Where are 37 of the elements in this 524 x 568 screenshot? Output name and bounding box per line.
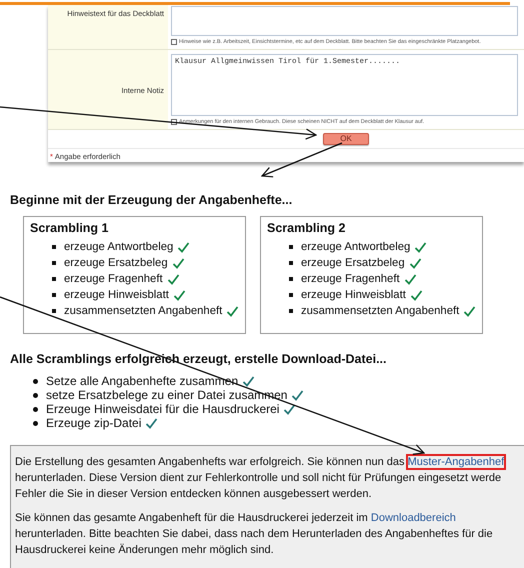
step-text: erzeuge Fragenheft — [301, 273, 400, 285]
bullet-icon — [289, 293, 293, 297]
bullet-icon — [33, 392, 38, 398]
step-text: zusammensetzten Angabenheft — [301, 305, 460, 317]
bullet-icon — [52, 245, 56, 249]
link[interactable]: Muster-Angabenhef — [408, 456, 504, 468]
section-heading: Beginne mit der Erzeugung der Angabenhefte... — [10, 193, 294, 207]
link[interactable]: Downloadbereich — [370, 512, 456, 524]
bullet-icon — [289, 245, 293, 249]
bullet-icon — [52, 293, 56, 297]
step-text: erzeuge Hinweisblatt — [301, 289, 406, 301]
step-text: erzeuge Antwortbeleg — [301, 241, 410, 253]
bullet-icon — [33, 406, 38, 412]
step-text: erzeuge Ersatzbeleg — [301, 257, 405, 269]
bullet-icon — [289, 277, 293, 281]
step-text: Erzeuge Hinweisdatei für die Hausdruckerei — [46, 402, 280, 416]
bullet-icon — [33, 378, 38, 384]
ok-button[interactable]: OK — [323, 133, 369, 145]
bullet-icon — [289, 309, 293, 313]
bullet-icon — [289, 261, 293, 265]
card-title: Scrambling 2 — [267, 221, 346, 235]
bullet-icon — [52, 309, 56, 313]
info-icon — [171, 39, 177, 45]
step-text: zusammensetzten Angabenheft — [64, 305, 222, 317]
bullet-icon — [33, 420, 38, 426]
step-text: erzeuge Hinweisblatt — [64, 289, 169, 301]
card-title: Scrambling 1 — [30, 221, 110, 235]
bullet-icon — [52, 277, 56, 281]
step-text: erzeuge Fragenheft — [64, 273, 163, 285]
step-text: erzeuge Ersatzbeleg — [64, 257, 168, 269]
bullet-icon — [52, 261, 56, 265]
text-area[interactable] — [171, 6, 518, 36]
info-icon — [171, 119, 177, 125]
step-text: erzeuge Antwortbeleg — [64, 241, 174, 253]
message-text: Sie können das gesamte Angabenheft für die Hausdruckerei jederzeit im Downloadbereich herunterladen. Bitte beachten Sie dabei, dass nach dem Herunterladen des Angabenheftes für die Hausdruckerei keine Änderungen mehr möglich sind. — [15, 511, 494, 558]
message-text: Die Erstellung des gesamten Angabenhefts war erfolgreich. Sie können nun das Muster-Angabenhef herunterladen. Diese Version dient zur Fehlerkontrolle und soll nicht für Prüfungen eingesetzt werde Fehler die Sie in dieser Version entdecken können ausgebessert werden. — [15, 455, 506, 502]
step-text: Erzeuge zip-Datei — [46, 416, 142, 430]
